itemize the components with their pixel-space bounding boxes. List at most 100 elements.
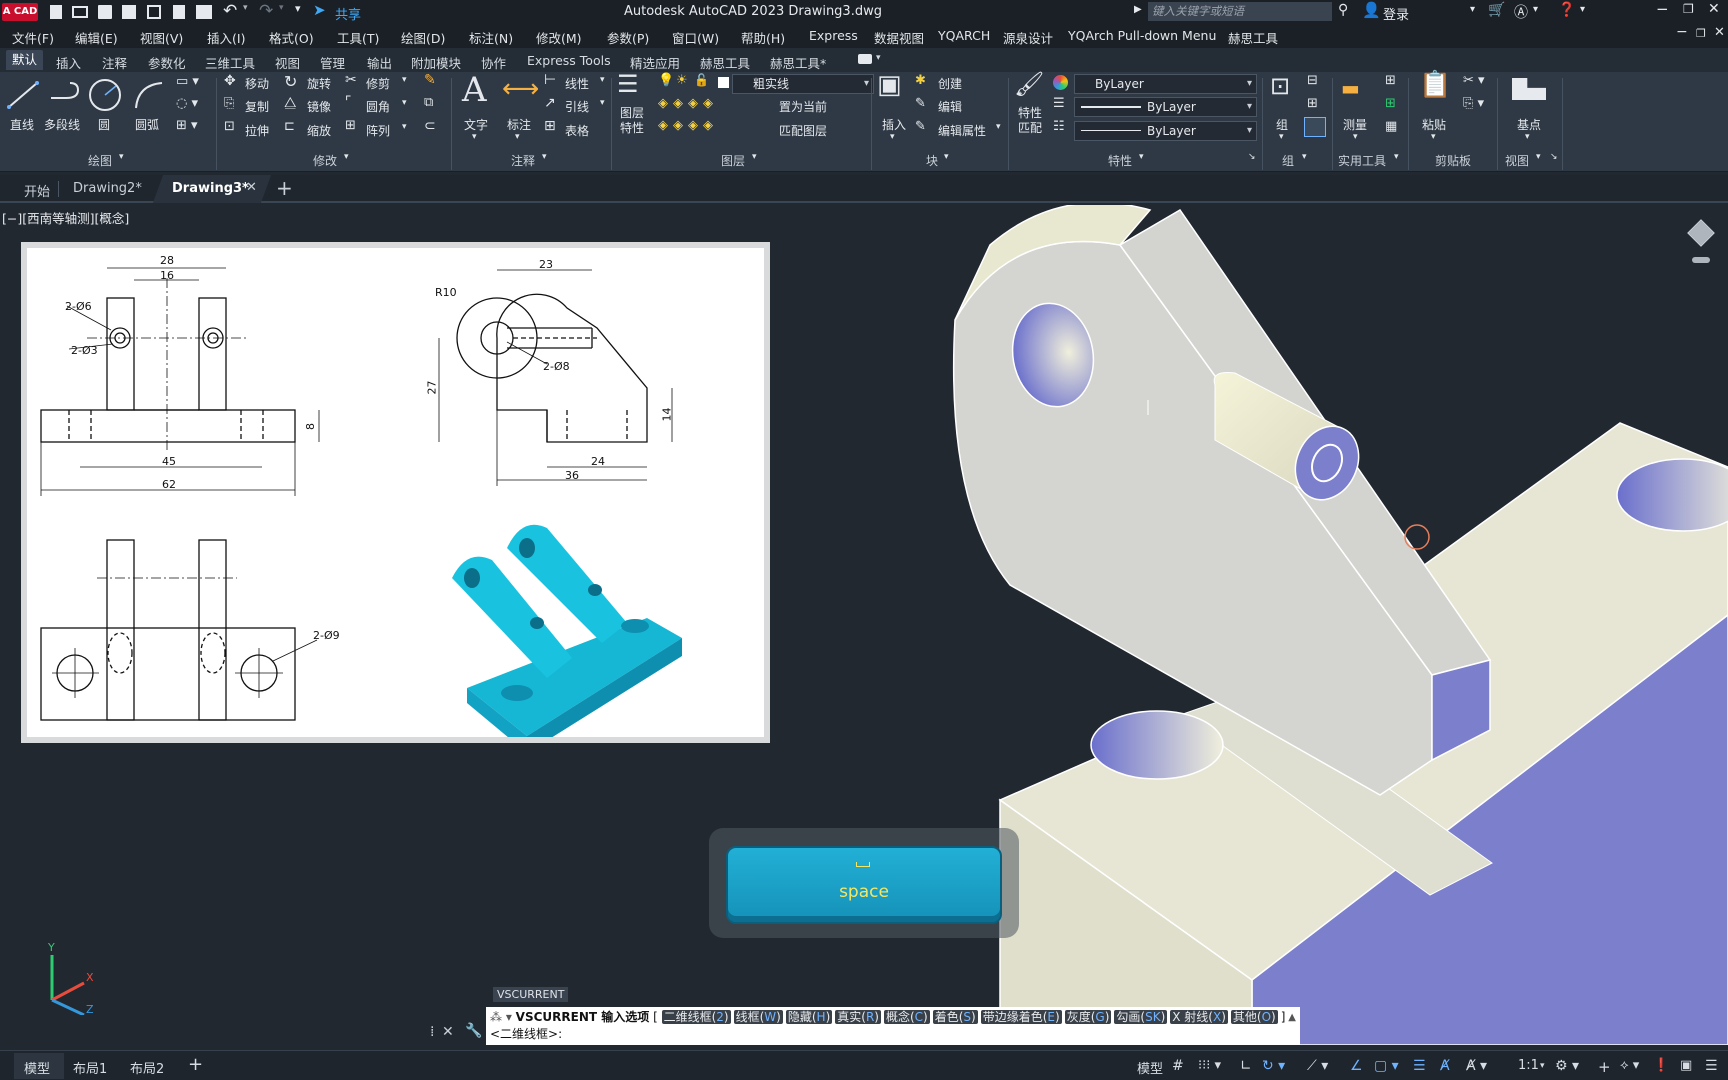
- ungroup-icon[interactable]: ⊟: [1307, 73, 1318, 88]
- leader-dropdown-icon[interactable]: ▾: [600, 98, 605, 108]
- menu-yqarch[interactable]: YQARCH: [938, 28, 990, 43]
- cut-icon[interactable]: ✂ ▾: [1463, 73, 1485, 88]
- modify-panel-title[interactable]: 修改: [313, 152, 337, 169]
- rotate-button[interactable]: 旋转: [307, 75, 331, 92]
- menu-format[interactable]: 格式(O): [269, 28, 314, 47]
- leader-icon[interactable]: ↗: [544, 95, 556, 111]
- grid-icon[interactable]: #: [1172, 1058, 1184, 1074]
- redo-icon[interactable]: ↷: [259, 1, 273, 21]
- tab-hesi-tools-star[interactable]: 赫思工具*: [770, 53, 826, 72]
- text-dropdown-icon[interactable]: ▾: [472, 132, 477, 142]
- annotation-monitor-icon[interactable]: +: [1598, 1058, 1611, 1076]
- layers-panel-expand-icon[interactable]: ▾: [752, 152, 757, 162]
- doc-minimize-icon[interactable]: −: [1676, 24, 1688, 40]
- paste-icon[interactable]: 📋: [1419, 70, 1451, 100]
- make-current-button[interactable]: 置为当前: [779, 98, 827, 115]
- array-button[interactable]: 阵列: [366, 122, 390, 139]
- dimension-dropdown-icon[interactable]: ▾: [515, 132, 520, 142]
- tab-insert[interactable]: 插入: [56, 53, 81, 72]
- edit-attributes-icon[interactable]: ✎: [915, 119, 926, 134]
- boundary-icon[interactable]: ⊞ ▾: [176, 118, 198, 133]
- layer-properties-icon[interactable]: ☰: [617, 70, 639, 98]
- close-icon[interactable]: ✕: [1708, 1, 1720, 17]
- app-logo[interactable]: A CAD: [2, 3, 38, 21]
- layer-freeze-icon[interactable]: ☀: [676, 73, 688, 88]
- menu-yqarch-pulldown[interactable]: YQArch Pull-down Menu: [1068, 28, 1216, 43]
- block-panel-title[interactable]: 块: [926, 152, 938, 169]
- menu-express[interactable]: Express: [809, 28, 858, 43]
- print-icon[interactable]: [196, 5, 212, 19]
- layer-tools-row2-icons[interactable]: ◈◈◈◈: [658, 96, 718, 111]
- edit-block-icon[interactable]: ✎: [915, 96, 926, 111]
- menu-data-view[interactable]: 数据视图: [874, 28, 924, 47]
- search-icon[interactable]: ⚲: [1338, 2, 1348, 18]
- login-dropdown-icon[interactable]: ▾: [1470, 4, 1475, 15]
- object-snap-tracking-icon[interactable]: ∠: [1350, 1058, 1363, 1074]
- clean-screen-icon[interactable]: ▣: [1680, 1058, 1692, 1073]
- ribbon-minimize-icon[interactable]: [858, 54, 872, 64]
- match-layer-button[interactable]: 匹配图层: [779, 122, 827, 139]
- menu-view[interactable]: 视图(V): [140, 28, 183, 47]
- group-panel-title[interactable]: 组: [1282, 152, 1294, 169]
- base-view-button[interactable]: 基点: [1517, 116, 1541, 133]
- tab-3d-tools[interactable]: 三维工具: [205, 53, 255, 72]
- doc-close-icon[interactable]: ✕: [1714, 25, 1725, 40]
- command-line[interactable]: ⁂ ▾ VSCURRENT 输入选项 [ 二维线框(2) 线框(W) 隐藏(H) 真实…: [486, 1007, 1300, 1045]
- annotation-panel-title[interactable]: 注释: [511, 152, 535, 169]
- tab-layout1[interactable]: 布局1: [73, 1058, 107, 1077]
- command-option[interactable]: 概念(C): [883, 1010, 930, 1024]
- insert-block-dropdown-icon[interactable]: ▾: [890, 132, 895, 142]
- base-view-icon[interactable]: [1512, 78, 1546, 100]
- create-block-icon[interactable]: ✱: [915, 73, 926, 88]
- model-space-button[interactable]: 模型: [1137, 1058, 1163, 1077]
- clipboard-panel-title[interactable]: 剪贴板: [1435, 152, 1471, 169]
- tab-start[interactable]: 开始: [24, 181, 50, 200]
- minimize-icon[interactable]: −: [1656, 0, 1669, 18]
- edit-attributes-dropdown-icon[interactable]: ▾: [996, 122, 1001, 132]
- login-button[interactable]: 登录: [1383, 4, 1409, 23]
- fillet-dropdown-icon[interactable]: ▾: [402, 98, 407, 108]
- stretch-icon[interactable]: ⊡: [224, 119, 235, 134]
- modify-panel-expand-icon[interactable]: ▾: [344, 152, 349, 162]
- menu-help[interactable]: 帮助(H): [741, 28, 785, 47]
- annotation-scale[interactable]: 1:1: [1518, 1058, 1539, 1073]
- command-option[interactable]: 勾画(SK): [1114, 1010, 1168, 1024]
- polyline-icon[interactable]: [48, 80, 82, 110]
- group-panel-expand-icon[interactable]: ▾: [1302, 152, 1307, 162]
- snap-icon[interactable]: ⁝⁝⁝ ▾: [1198, 1058, 1221, 1073]
- id-point-icon[interactable]: ⊞: [1385, 73, 1396, 88]
- ortho-icon[interactable]: ∟: [1240, 1058, 1252, 1074]
- paste-dropdown-icon[interactable]: ▾: [1431, 132, 1436, 142]
- tab-output[interactable]: 输出: [367, 53, 392, 72]
- search-arrow-icon[interactable]: ▶: [1134, 4, 1142, 15]
- save-as-icon[interactable]: [122, 5, 136, 19]
- insert-block-icon[interactable]: ▣: [877, 70, 902, 100]
- arc-icon[interactable]: [132, 80, 166, 110]
- command-option[interactable]: 线框(W): [733, 1010, 783, 1024]
- fillet-icon[interactable]: ⌜: [345, 94, 352, 110]
- linear-dim-button[interactable]: 线性: [565, 75, 589, 92]
- command-expand-icon[interactable]: ▲: [1288, 1009, 1296, 1026]
- redo-dropdown-icon[interactable]: ▾: [279, 3, 284, 13]
- paste-button[interactable]: 粘贴: [1422, 116, 1446, 133]
- share-button[interactable]: 共享: [335, 4, 361, 23]
- command-options[interactable]: 二维线框(2) 线框(W) 隐藏(H) 真实(R) 概念(C) 着色(S) 带边缘着色(E)…: [661, 1010, 1285, 1024]
- tab-view[interactable]: 视图: [275, 53, 300, 72]
- linear-dim-dropdown-icon[interactable]: ▾: [600, 75, 605, 85]
- linear-dim-icon[interactable]: ⊢: [544, 72, 556, 88]
- view-launcher-icon[interactable]: ↘: [1550, 152, 1558, 162]
- tab-hesi-tools[interactable]: 赫思工具: [700, 53, 750, 72]
- share-icon[interactable]: ➤: [313, 1, 326, 19]
- tab-parametric[interactable]: 参数化: [148, 53, 186, 72]
- user-icon[interactable]: 👤: [1362, 1, 1381, 19]
- command-close-icon[interactable]: ✕: [442, 1024, 454, 1040]
- line-icon[interactable]: [6, 80, 40, 110]
- undo-icon[interactable]: ↶: [223, 1, 237, 21]
- command-line-grip[interactable]: ⁞: [430, 1024, 434, 1040]
- circle-icon[interactable]: [88, 78, 122, 112]
- view-panel-expand-icon[interactable]: ▾: [1536, 152, 1541, 162]
- properties-panel-title[interactable]: 特性: [1108, 152, 1132, 169]
- linetype-dropdown[interactable]: ByLayer: [1074, 97, 1257, 117]
- reference-image[interactable]: 28 16 2-Ø6 2-Ø3 8 45 62 23 R10 2-Ø8 27 1…: [21, 242, 770, 743]
- text-icon[interactable]: A: [462, 70, 487, 110]
